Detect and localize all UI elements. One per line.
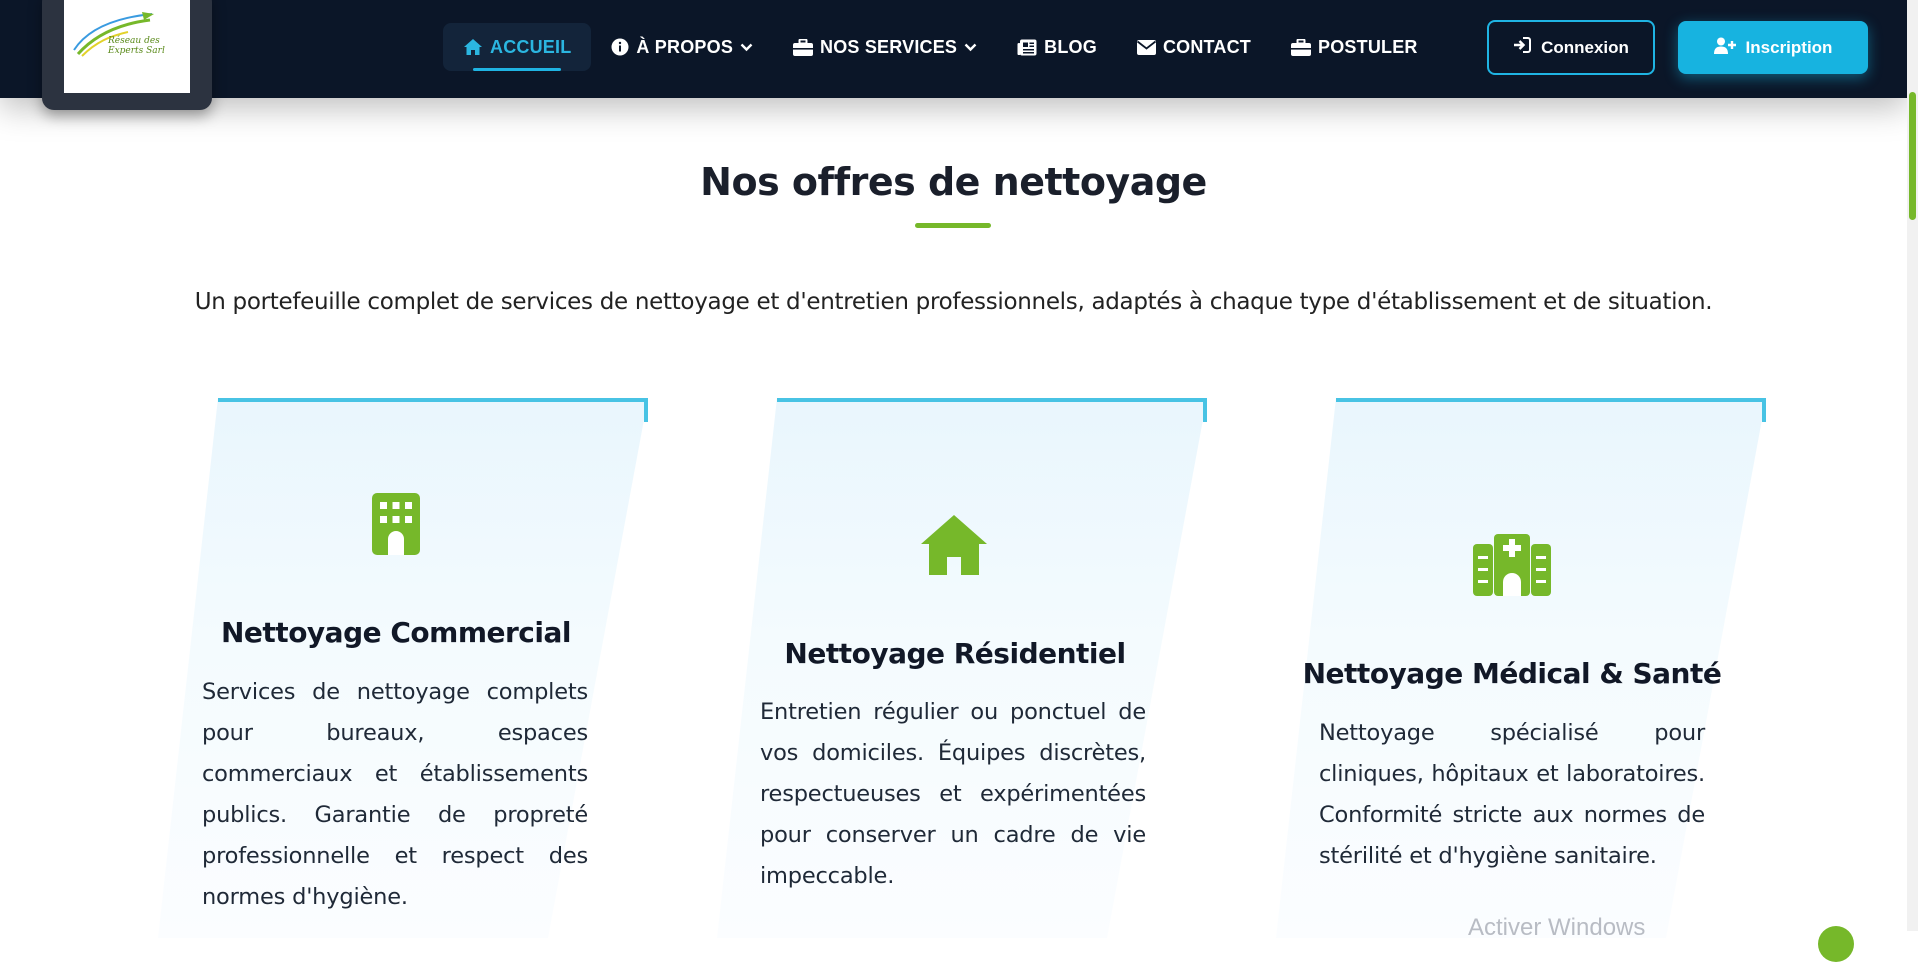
top-navbar: ACCUEIL À PROPOS NOS SERVICES BLOG CONTA… (0, 0, 1907, 98)
nav-label: BLOG (1044, 36, 1097, 57)
title-underline (915, 223, 991, 228)
nav-item-a-propos[interactable]: À PROPOS (591, 23, 773, 71)
nav-item-postuler[interactable]: POSTULER (1271, 23, 1438, 71)
connexion-label: Connexion (1541, 37, 1629, 57)
logo-badge[interactable]: Réseau des Experts Sarl (42, 0, 212, 110)
scrollbar-thumb[interactable] (1909, 92, 1916, 220)
hospital-icon (1473, 534, 1551, 596)
nav-item-accueil[interactable]: ACCUEIL (443, 23, 592, 71)
card-top-border (777, 398, 1207, 422)
page-scrollbar[interactable] (1907, 0, 1918, 931)
info-circle-icon (611, 38, 629, 56)
briefcase-icon (793, 38, 814, 56)
section-description: Un portefeuille complet de services de n… (194, 289, 1713, 315)
logo: Réseau des Experts Sarl (64, 0, 190, 93)
card-title: Nettoyage Médical & Santé (1302, 657, 1722, 690)
service-card-medical[interactable]: Nettoyage Médical & Santé Nettoyage spéc… (1276, 398, 1816, 938)
card-text: Services de nettoyage complets pour bure… (202, 679, 588, 910)
connexion-button[interactable]: Connexion (1487, 20, 1655, 75)
logo-line1: Réseau des (108, 36, 160, 46)
card-title: Nettoyage Résidentiel (784, 637, 1126, 670)
home-icon (463, 38, 483, 56)
chevron-down-icon (964, 43, 977, 52)
section-title: Nos offres de nettoyage (700, 160, 1207, 204)
windows-activation-watermark: Activer Windows (1468, 914, 1646, 941)
logo-text: Réseau des Experts Sarl (108, 36, 165, 56)
back-to-top-button[interactable] (1818, 926, 1854, 962)
nav-item-blog[interactable]: BLOG (997, 23, 1117, 71)
card-top-border (218, 398, 648, 422)
card-text: Entretien régulier ou ponctuel de vos do… (760, 699, 1146, 889)
card-top-border (1336, 398, 1766, 422)
logo-line2: Experts Sarl (108, 46, 165, 56)
sign-in-icon (1513, 37, 1532, 58)
nav-item-contact[interactable]: CONTACT (1117, 23, 1271, 71)
nav-label: CONTACT (1162, 36, 1252, 57)
card-title: Nettoyage Commercial (221, 616, 571, 649)
briefcase-icon (1291, 38, 1312, 56)
chevron-down-icon (740, 43, 753, 52)
house-icon (921, 515, 987, 575)
nav-label: ACCUEIL (490, 36, 572, 57)
inscription-button[interactable]: Inscription (1678, 21, 1868, 74)
card-text: Nettoyage spécialisé pour cliniques, hôp… (1319, 720, 1705, 869)
nav-label: POSTULER (1318, 36, 1418, 57)
main-nav: ACCUEIL À PROPOS NOS SERVICES BLOG CONTA… (443, 22, 1438, 72)
nav-label: À PROPOS (636, 36, 734, 57)
nav-label: NOS SERVICES (820, 36, 958, 57)
newspaper-icon (1017, 39, 1037, 56)
inscription-label: Inscription (1745, 37, 1833, 57)
envelope-icon (1136, 39, 1156, 55)
building-icon (372, 493, 420, 555)
service-card-residentiel[interactable]: Nettoyage Résidentiel Entretien régulier… (717, 398, 1257, 938)
nav-item-nos-services[interactable]: NOS SERVICES (773, 23, 997, 71)
user-plus-icon (1713, 37, 1736, 59)
service-card-commercial[interactable]: Nettoyage Commercial Services de nettoya… (158, 398, 698, 938)
